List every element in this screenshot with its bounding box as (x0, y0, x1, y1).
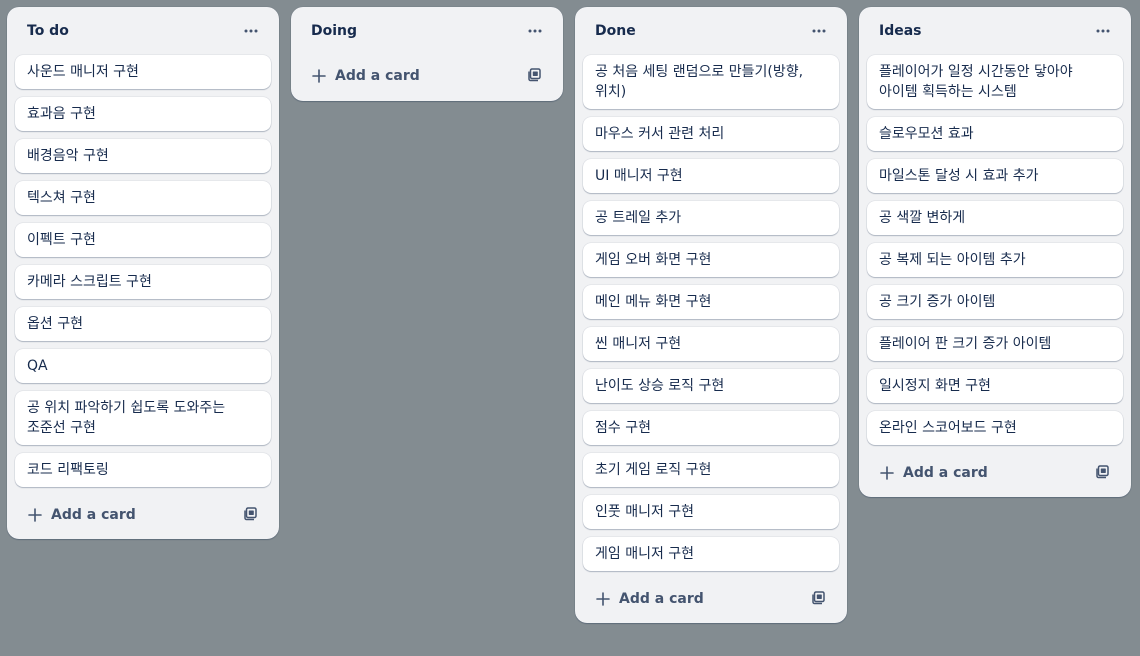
card[interactable]: 게임 매니저 구현 (583, 537, 839, 571)
card[interactable]: QA (15, 349, 271, 383)
card[interactable]: 온라인 스코어보드 구현 (867, 411, 1123, 445)
list-ideas: Ideas 플레이어가 일정 시간동안 닿아야 아이템 획득하는 시스템슬로우모션… (859, 7, 1131, 497)
plus-icon (879, 465, 895, 481)
list-header: To do (15, 7, 271, 55)
card[interactable]: 공 처음 세팅 랜덤으로 만들기(방향, 위치) (583, 55, 839, 109)
add-card-button[interactable]: Add a card (307, 62, 424, 90)
add-card-label: Add a card (51, 507, 136, 523)
list-title[interactable]: To do (27, 23, 69, 39)
add-card-button[interactable]: Add a card (23, 501, 140, 529)
card[interactable]: 이펙트 구현 (15, 223, 271, 257)
card-list: 사운드 매니저 구현효과음 구현배경음악 구현텍스쳐 구현이펙트 구현카메라 스… (15, 55, 271, 487)
ellipsis-icon (1095, 23, 1111, 39)
card[interactable]: 공 복제 되는 아이템 추가 (867, 243, 1123, 277)
card[interactable]: 점수 구현 (583, 411, 839, 445)
list-footer: Add a card (15, 491, 271, 539)
card[interactable]: 코드 리팩토링 (15, 453, 271, 487)
plus-icon (27, 507, 43, 523)
list-todo: To do 사운드 매니저 구현효과음 구현배경음악 구현텍스쳐 구현이펙트 구현… (7, 7, 279, 539)
list-title[interactable]: Doing (311, 23, 357, 39)
card-list: 공 처음 세팅 랜덤으로 만들기(방향, 위치) 마우스 커서 관련 처리 UI 매… (583, 55, 839, 571)
card[interactable]: 옵션 구현 (15, 307, 271, 341)
list-title[interactable]: Ideas (879, 23, 922, 39)
list-title[interactable]: Done (595, 23, 636, 39)
list-header: Doing (299, 7, 555, 55)
list-done: Done 공 처음 세팅 랜덤으로 만들기(방향, 위치) 마우스 커서 관련 처리… (575, 7, 847, 623)
card-template-icon (1095, 463, 1111, 483)
ellipsis-icon (527, 23, 543, 39)
list-header: Ideas (867, 7, 1123, 55)
ellipsis-icon (243, 23, 259, 39)
card[interactable]: 메인 메뉴 화면 구현 (583, 285, 839, 319)
list-footer: Add a card (867, 449, 1123, 497)
create-from-template-button[interactable] (519, 60, 551, 92)
card-template-icon (811, 589, 827, 609)
card[interactable]: 공 트레일 추가 (583, 201, 839, 235)
card[interactable]: 일시정지 화면 구현 (867, 369, 1123, 403)
card[interactable]: 배경음악 구현 (15, 139, 271, 173)
list-menu-button[interactable] (235, 15, 267, 47)
card[interactable]: UI 매니저 구현 (583, 159, 839, 193)
card[interactable]: 플레이어 판 크기 증가 아이템 (867, 327, 1123, 361)
card[interactable]: 마우스 커서 관련 처리 (583, 117, 839, 151)
card[interactable]: 공 색깔 변하게 (867, 201, 1123, 235)
create-from-template-button[interactable] (803, 583, 835, 615)
add-card-label: Add a card (335, 68, 420, 84)
plus-icon (311, 68, 327, 84)
card[interactable]: 텍스쳐 구현 (15, 181, 271, 215)
card[interactable]: 플레이어가 일정 시간동안 닿아야 아이템 획득하는 시스템 (867, 55, 1123, 109)
add-card-label: Add a card (903, 465, 988, 481)
card[interactable]: 사운드 매니저 구현 (15, 55, 271, 89)
add-card-button[interactable]: Add a card (875, 459, 992, 487)
card[interactable]: 초기 게임 로직 구현 (583, 453, 839, 487)
card[interactable]: 씬 매니저 구현 (583, 327, 839, 361)
board: To do 사운드 매니저 구현효과음 구현배경음악 구현텍스쳐 구현이펙트 구현… (7, 7, 1131, 623)
card[interactable]: 카메라 스크립트 구현 (15, 265, 271, 299)
list-menu-button[interactable] (803, 15, 835, 47)
list-header: Done (583, 7, 839, 55)
list-footer: Add a card (583, 575, 839, 623)
create-from-template-button[interactable] (235, 499, 267, 531)
create-from-template-button[interactable] (1087, 457, 1119, 489)
card-list: 플레이어가 일정 시간동안 닿아야 아이템 획득하는 시스템슬로우모션 효과마일… (867, 55, 1123, 445)
card[interactable]: 공 크기 증가 아이템 (867, 285, 1123, 319)
list-footer: Add a card (299, 51, 555, 101)
card[interactable]: 난이도 상승 로직 구현 (583, 369, 839, 403)
card[interactable]: 게임 오버 화면 구현 (583, 243, 839, 277)
card-template-icon (527, 66, 543, 86)
list-menu-button[interactable] (1087, 15, 1119, 47)
add-card-button[interactable]: Add a card (591, 585, 708, 613)
card[interactable]: 공 위치 파악하기 쉽도록 도와주는 조준선 구현 (15, 391, 271, 445)
list-doing: Doing Add a card (291, 7, 563, 101)
card[interactable]: 효과음 구현 (15, 97, 271, 131)
list-menu-button[interactable] (519, 15, 551, 47)
plus-icon (595, 591, 611, 607)
add-card-label: Add a card (619, 591, 704, 607)
card[interactable]: 마일스톤 달성 시 효과 추가 (867, 159, 1123, 193)
card[interactable]: 슬로우모션 효과 (867, 117, 1123, 151)
card-template-icon (243, 505, 259, 525)
ellipsis-icon (811, 23, 827, 39)
card[interactable]: 인풋 매니저 구현 (583, 495, 839, 529)
